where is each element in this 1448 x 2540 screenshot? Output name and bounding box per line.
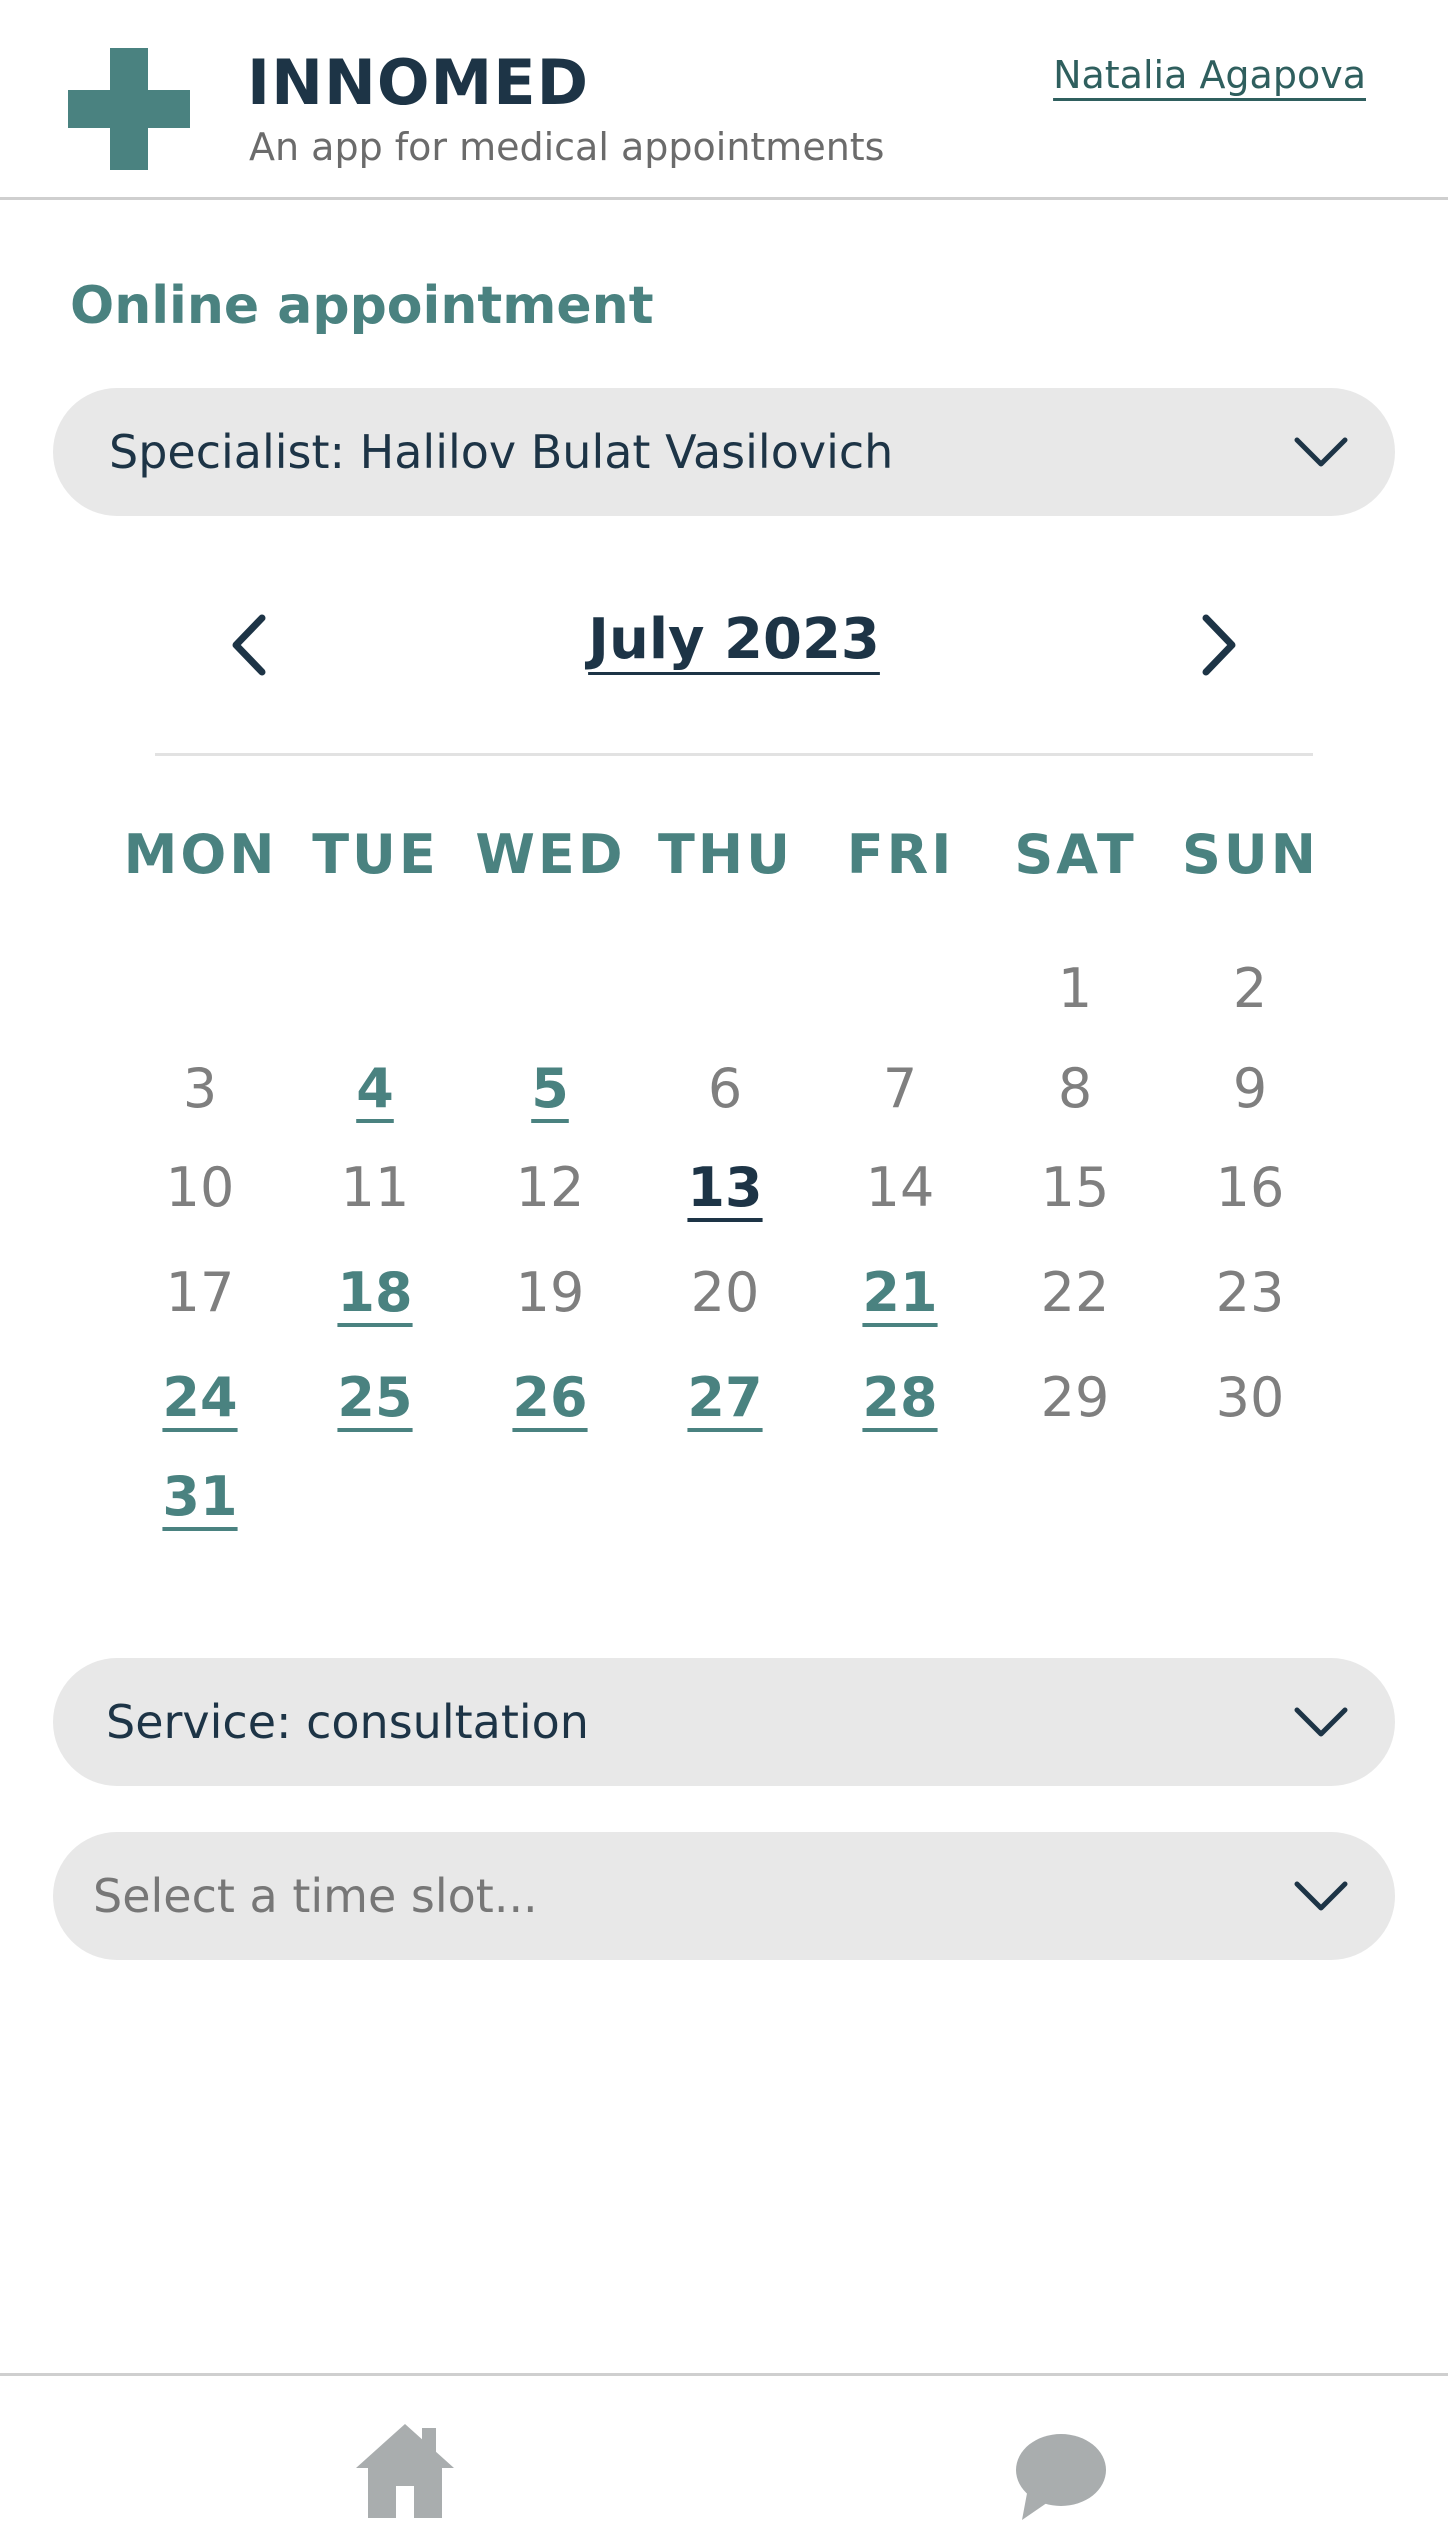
weekday-fri: FRI [846,823,955,886]
weekday-thu: THU [658,823,793,886]
calendar-day-9: 9 [1232,1057,1268,1120]
weekday-tue: TUE [312,823,439,886]
calendar-day-23: 23 [1215,1261,1285,1324]
calendar-day-10: 10 [165,1156,235,1219]
calendar-day-26[interactable]: 26 [490,1371,610,1425]
time-slot-dropdown[interactable]: Select a time slot... [53,1832,1395,1960]
calendar-day-25[interactable]: 25 [315,1371,435,1425]
calendar-day-6: 6 [707,1057,743,1120]
chevron-down-icon [1294,1881,1348,1911]
calendar-day-8: 8 [1057,1057,1093,1120]
calendar-day-18[interactable]: 18 [315,1266,435,1320]
bottom-navigation [0,2373,1448,2540]
calendar-day-17: 17 [165,1261,235,1324]
calendar-day-27[interactable]: 27 [665,1371,785,1425]
calendar-day-31[interactable]: 31 [140,1470,260,1524]
calendar-day-3: 3 [182,1057,218,1120]
weekday-wed: WED [475,823,626,886]
calendar-day-29: 29 [1040,1366,1110,1429]
calendar-day-12: 12 [515,1156,585,1219]
calendar-day-19: 19 [515,1261,585,1324]
chat-icon[interactable] [1014,2432,1108,2522]
calendar-day-22: 22 [1040,1261,1110,1324]
calendar-day-24[interactable]: 24 [140,1371,260,1425]
weekday-sat: SAT [1014,823,1137,886]
calendar-day-21[interactable]: 21 [840,1266,960,1320]
calendar-day-28[interactable]: 28 [840,1371,960,1425]
calendar-day-13[interactable]: 13 [665,1161,785,1215]
chevron-down-icon [1294,1707,1348,1737]
calendar-day-30: 30 [1215,1366,1285,1429]
calendar-day-14: 14 [865,1156,935,1219]
calendar-day-7: 7 [882,1057,918,1120]
calendar-day-4[interactable]: 4 [315,1062,435,1116]
calendar-day-2: 2 [1232,957,1268,1020]
weekday-sun: SUN [1182,823,1319,886]
calendar-day-5[interactable]: 5 [490,1062,610,1116]
calendar-day-15: 15 [1040,1156,1110,1219]
home-icon[interactable] [352,2420,458,2520]
calendar-day-1: 1 [1057,957,1093,1020]
calendar-day-20: 20 [690,1261,760,1324]
service-dropdown[interactable]: Service: consultation [53,1658,1395,1786]
weekday-mon: MON [123,823,278,886]
calendar-day-11: 11 [340,1156,410,1219]
calendar-day-16: 16 [1215,1156,1285,1219]
time-slot-placeholder: Select a time slot... [93,1869,538,1923]
calendar-grid: MON TUE WED THU FRI SAT SUN 1 2 3 4 5 6 7 8 9 10 11 12 13 14… [0,0,1448,1600]
service-dropdown-label: Service: consultation [106,1695,589,1749]
